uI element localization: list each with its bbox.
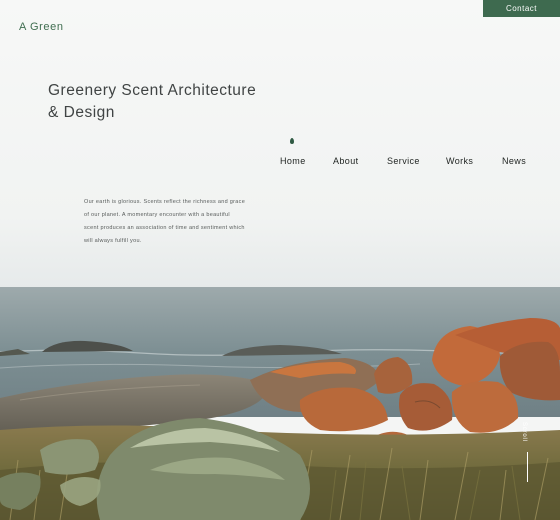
scroll-label: Scroll [521,422,527,442]
nav-item-works[interactable]: Works [446,156,473,166]
nav-item-service[interactable]: Service [387,156,420,166]
intro-line: Our earth is glorious. Scents reflect th… [84,199,246,205]
nav-item-news[interactable]: News [502,156,526,166]
intro-line: scent produces an association of time an… [84,225,245,231]
hero-background-image [0,0,560,520]
scroll-line [527,452,528,482]
hero-headline-line-2: & Design [48,104,115,121]
nav-item-home[interactable]: Home [280,156,306,166]
hero-headline: Greenery Scent Architecture & Design [48,80,256,124]
scroll-indicator[interactable]: Scroll [517,418,537,484]
contact-button[interactable]: Contact [483,0,560,17]
logo[interactable]: A Green [19,21,64,33]
drop-indicator-icon [290,138,294,144]
nav-item-about[interactable]: About [333,156,359,166]
intro-text: Our earth is glorious. Scents reflect th… [84,196,264,248]
intro-line: will always fulfill you. [84,238,142,244]
hero-headline-line-1: Greenery Scent Architecture [48,82,257,99]
intro-line: of our planet. A momentary encounter wit… [84,212,230,218]
